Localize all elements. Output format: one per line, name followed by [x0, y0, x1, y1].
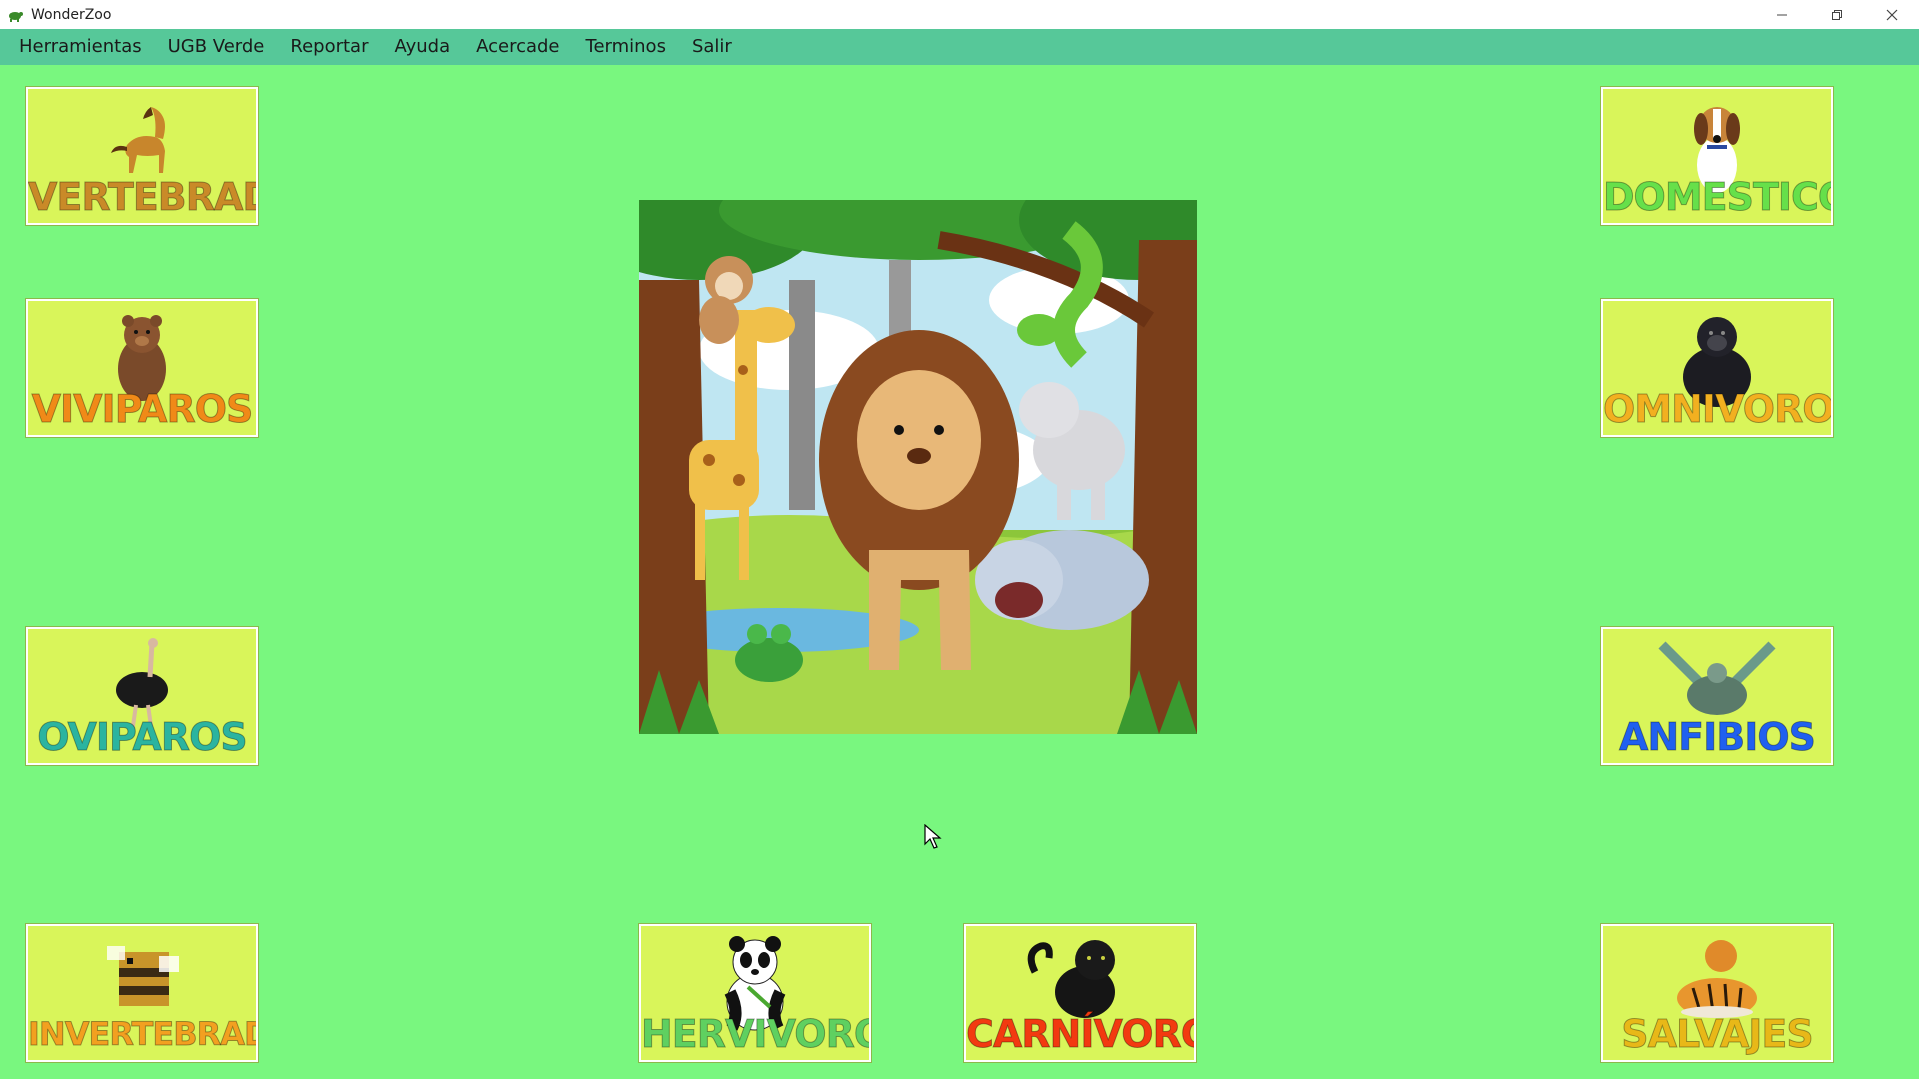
- turtle-icon: [1658, 641, 1776, 715]
- anfibios-button[interactable]: ANFIBIOS: [1600, 626, 1834, 766]
- menu-terminos[interactable]: Terminos: [573, 29, 679, 65]
- title-bar: WonderZoo: [0, 0, 1919, 29]
- menu-ayuda[interactable]: Ayuda: [382, 29, 464, 65]
- domesticos-button[interactable]: DOMESTICOS: [1600, 86, 1834, 226]
- turtle-app-icon: [5, 5, 25, 25]
- jungle-animals-illustration: [639, 200, 1197, 734]
- herviboros-label: HERVIVOROS: [641, 1012, 869, 1057]
- salvajes-button[interactable]: SALVAJES: [1600, 923, 1834, 1063]
- bee-icon: [107, 946, 179, 1006]
- menu-acercade[interactable]: Acercade: [463, 29, 572, 65]
- menu-bar: Herramientas UGB Verde Reportar Ayuda Ac…: [0, 29, 1919, 65]
- anfibios-label: ANFIBIOS: [1618, 715, 1816, 760]
- domesticos-label: DOMESTICOS: [1603, 175, 1831, 220]
- oviparos-label: OVIPAROS: [37, 715, 249, 760]
- vertebrados-label: VERTEBRADOS: [28, 175, 256, 220]
- minimize-icon[interactable]: [1754, 0, 1809, 29]
- vertebrados-button[interactable]: VERTEBRADOS: [25, 86, 259, 226]
- horse-icon: [111, 107, 165, 173]
- viviparos-label: VIVIPAROS: [31, 387, 254, 432]
- window-controls: [1754, 0, 1919, 29]
- carnivoros-button[interactable]: CARNÍVOROS: [963, 923, 1197, 1063]
- menu-herramientas[interactable]: Herramientas: [6, 29, 155, 65]
- window-title: WonderZoo: [31, 6, 112, 23]
- carnivoros-label: CARNÍVOROS: [966, 1012, 1194, 1057]
- menu-ugb-verde[interactable]: UGB Verde: [155, 29, 278, 65]
- restore-icon[interactable]: [1809, 0, 1864, 29]
- viviparos-button[interactable]: VIVIPAROS: [25, 298, 259, 438]
- herviboros-button[interactable]: HERVIVOROS: [638, 923, 872, 1063]
- omnivoros-label: OMNIVOROS: [1603, 387, 1833, 432]
- menu-salir[interactable]: Salir: [679, 29, 745, 65]
- omnivoros-button[interactable]: OMNIVOROS: [1600, 298, 1834, 438]
- close-icon[interactable]: [1864, 0, 1919, 29]
- invertebrados-label: INVERTEBRADOS: [28, 1015, 256, 1054]
- mouse-cursor-icon: [924, 823, 942, 855]
- oviparos-button[interactable]: OVIPAROS: [25, 626, 259, 766]
- invertebrados-button[interactable]: INVERTEBRADOS: [25, 923, 259, 1063]
- menu-reportar[interactable]: Reportar: [277, 29, 381, 65]
- salvajes-label: SALVAJES: [1621, 1012, 1814, 1057]
